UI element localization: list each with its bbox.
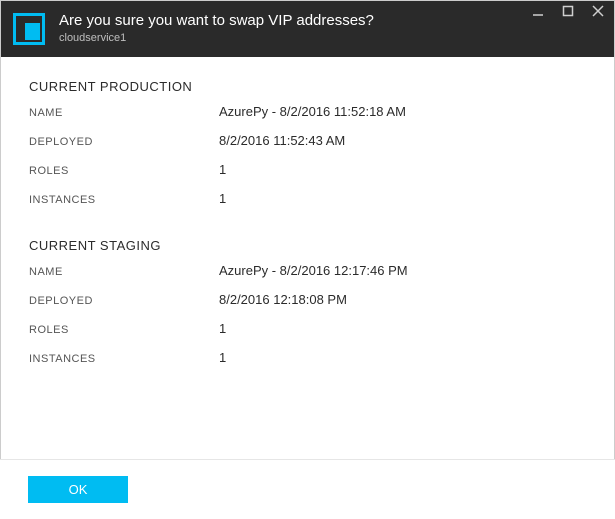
titlebar: Are you sure you want to swap VIP addres… [1, 1, 614, 57]
value-roles: 1 [219, 162, 226, 177]
row-production-instances: INSTANCES 1 [29, 191, 586, 206]
label-instances: INSTANCES [29, 194, 219, 206]
row-staging-name: NAME AzurePy - 8/2/2016 12:17:46 PM [29, 263, 586, 278]
label-deployed: DEPLOYED [29, 295, 219, 307]
row-production-deployed: DEPLOYED 8/2/2016 11:52:43 AM [29, 133, 586, 148]
value-instances: 1 [219, 350, 226, 365]
row-staging-instances: INSTANCES 1 [29, 350, 586, 365]
window-controls [532, 5, 608, 17]
label-roles: ROLES [29, 324, 219, 336]
label-name: NAME [29, 266, 219, 278]
value-roles: 1 [219, 321, 226, 336]
row-production-name: NAME AzurePy - 8/2/2016 11:52:18 AM [29, 104, 586, 119]
minimize-icon[interactable] [532, 5, 548, 17]
row-production-roles: ROLES 1 [29, 162, 586, 177]
row-staging-deployed: DEPLOYED 8/2/2016 12:18:08 PM [29, 292, 586, 307]
maximize-icon[interactable] [562, 5, 578, 17]
content: CURRENT PRODUCTION NAME AzurePy - 8/2/20… [1, 57, 614, 389]
label-deployed: DEPLOYED [29, 136, 219, 148]
app-icon [13, 13, 45, 45]
close-icon[interactable] [592, 5, 608, 17]
row-staging-roles: ROLES 1 [29, 321, 586, 336]
title-text: Are you sure you want to swap VIP addres… [59, 12, 374, 45]
footer: OK [0, 459, 615, 519]
value-deployed: 8/2/2016 11:52:43 AM [219, 133, 345, 148]
value-name: AzurePy - 8/2/2016 12:17:46 PM [219, 263, 408, 278]
dialog-title: Are you sure you want to swap VIP addres… [59, 12, 374, 30]
label-name: NAME [29, 107, 219, 119]
label-instances: INSTANCES [29, 353, 219, 365]
value-name: AzurePy - 8/2/2016 11:52:18 AM [219, 104, 406, 119]
ok-button[interactable]: OK [28, 476, 128, 503]
value-deployed: 8/2/2016 12:18:08 PM [219, 292, 347, 307]
section-heading-production: CURRENT PRODUCTION [29, 79, 586, 94]
dialog-subtitle: cloudservice1 [59, 32, 374, 45]
value-instances: 1 [219, 191, 226, 206]
section-heading-staging: CURRENT STAGING [29, 238, 586, 253]
label-roles: ROLES [29, 165, 219, 177]
